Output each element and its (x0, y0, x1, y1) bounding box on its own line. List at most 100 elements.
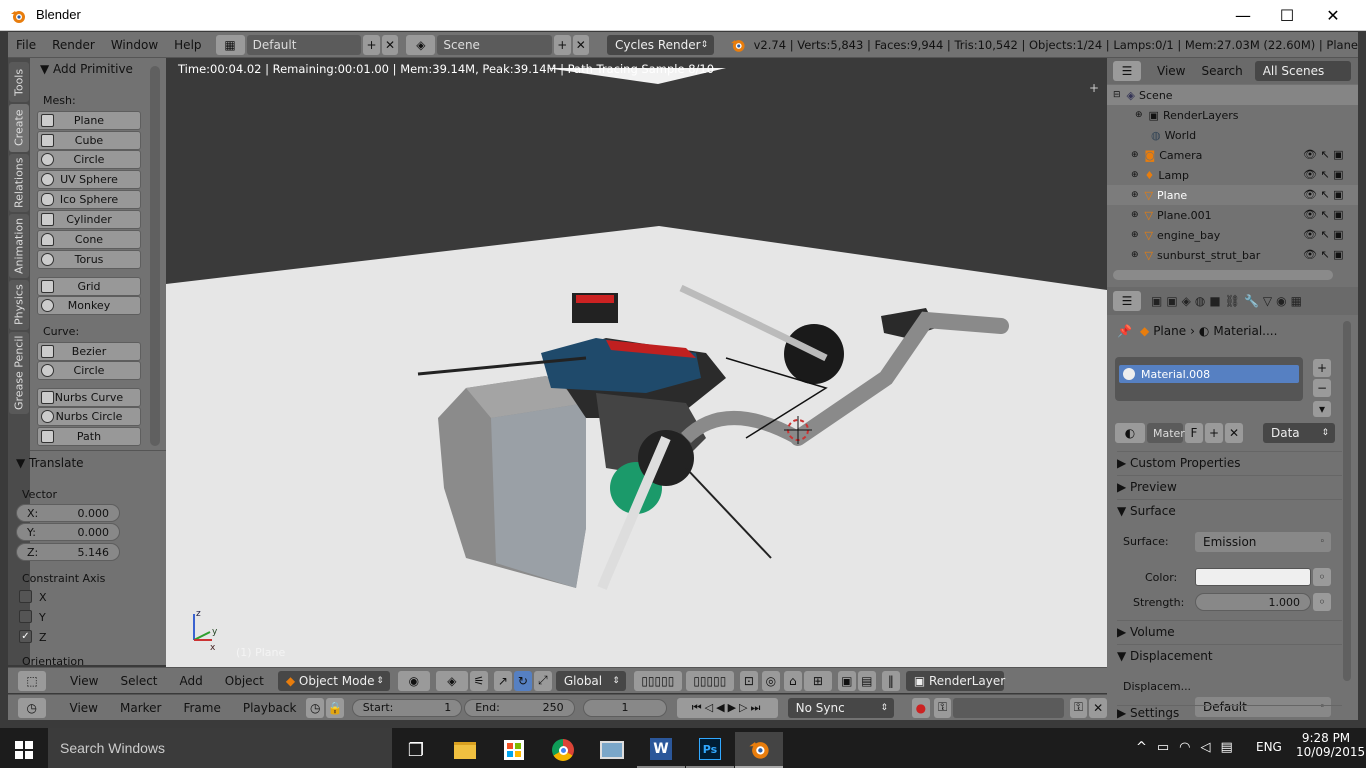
system-tray-icons[interactable]: ^▭◠◁▤ (1136, 740, 1243, 755)
unlink-material-button[interactable]: ✕ (1225, 423, 1243, 443)
timeline-menu-view[interactable]: View (62, 701, 106, 715)
constraint-x-checkbox[interactable] (19, 590, 32, 603)
section-preview[interactable]: ▶ Preview (1117, 475, 1342, 497)
menu-render[interactable]: Render (44, 38, 103, 52)
end-frame-field[interactable]: End: 250 (464, 698, 575, 717)
strength-field[interactable]: 1.000 (1195, 593, 1311, 611)
scale-manipulator-icon[interactable]: ⤢ (533, 670, 552, 691)
scene-field[interactable]: Scene (437, 34, 553, 55)
render-animation-icon[interactable]: ▤ (857, 670, 876, 691)
add-plane-button[interactable]: Plane (37, 111, 141, 130)
outliner-menu-view[interactable]: View (1149, 64, 1193, 78)
view3d-menu-object[interactable]: Object (217, 674, 272, 688)
tab-create[interactable]: Create (9, 104, 29, 152)
add-bezier-button[interactable]: Bezier (37, 342, 141, 361)
screen-layout-icon[interactable]: ▦ (215, 34, 245, 55)
snap-element-icon[interactable]: ⊞ (803, 670, 832, 691)
section-surface[interactable]: ▼ Surface (1117, 499, 1342, 521)
tab-tools[interactable]: Tools (9, 62, 29, 102)
store-icon[interactable] (490, 732, 538, 768)
section-volume[interactable]: ▶ Volume (1117, 620, 1342, 642)
search-box[interactable]: Search Windows (48, 728, 392, 768)
add-slot-button[interactable]: + (1313, 359, 1331, 377)
new-material-button[interactable]: + (1205, 423, 1223, 443)
lock-icon[interactable]: 🔒 (326, 697, 344, 718)
preview-range-icon[interactable]: ◷ (306, 697, 325, 718)
add-uv-sphere-button[interactable]: UV Sphere (37, 170, 141, 189)
section-displacement[interactable]: ▼ Displacement (1117, 644, 1342, 666)
outliner-item-world[interactable]: ◍ World (1107, 125, 1358, 145)
add-cylinder-button[interactable]: Cylinder (37, 210, 141, 229)
expand-properties-icon[interactable]: + (1089, 81, 1099, 95)
outliner-menu-search[interactable]: Search (1193, 64, 1250, 78)
render-layer-field[interactable]: ▣ RenderLayer (905, 670, 1005, 691)
tab-physics[interactable]: Physics (9, 280, 29, 330)
view3d-menu-select[interactable]: Select (112, 674, 165, 688)
scene-icon[interactable]: ◈ (406, 34, 436, 55)
record-button[interactable]: ● (912, 697, 930, 718)
timeline-menu-frame[interactable]: Frame (175, 701, 228, 715)
render-still-icon[interactable]: ▣ (837, 670, 856, 691)
3d-viewport[interactable]: z y x Time:00:04.02 | Remaining:00:01.00… (166, 58, 1107, 667)
photoshop-icon[interactable]: Ps (686, 732, 734, 768)
current-frame-field[interactable]: 1 (582, 698, 668, 717)
transform-orientation-dropdown[interactable]: Global ⇕ (555, 670, 626, 691)
input-language[interactable]: ENG (1256, 740, 1282, 754)
snap-toggle-icon[interactable]: ⌂ (783, 670, 802, 691)
outliner-item-renderlayers[interactable]: ⊕ ▣ RenderLayers (1107, 105, 1358, 125)
add-path-button[interactable]: Path (37, 427, 141, 446)
translate-manipulator-icon[interactable]: ↗ (493, 670, 512, 691)
add-primitive-header[interactable]: ▼ Add Primitive (40, 62, 133, 76)
material-browse-button[interactable]: ◐ (1115, 423, 1145, 443)
add-monkey-button[interactable]: Monkey (37, 296, 141, 315)
properties-context-tabs[interactable]: ▣▣◈◍■⛓🔧▽◉▦ (1151, 294, 1306, 308)
surface-shader-dropdown[interactable]: Emission ◦ (1195, 532, 1331, 552)
delete-keyframe-icon[interactable]: ✕ (1089, 697, 1108, 718)
vector-y-field[interactable]: Y: 0.000 (16, 523, 120, 541)
close-button[interactable]: ✕ (1310, 0, 1356, 31)
timeline-editor-type-icon[interactable]: ◷ (18, 697, 46, 718)
pivot-point-button[interactable]: ◈ (435, 670, 468, 691)
fake-user-button[interactable]: F (1185, 423, 1203, 443)
insert-keyframe-icon[interactable]: ⚿ (1069, 697, 1088, 718)
add-nurbs-circle-button[interactable]: Nurbs Circle (37, 407, 141, 426)
tab-relations[interactable]: Relations (9, 154, 29, 212)
word-icon[interactable]: W (637, 732, 685, 768)
add-nurbs-curve-button[interactable]: Nurbs Curve (37, 388, 141, 407)
add-ico-sphere-button[interactable]: Ico Sphere (37, 190, 141, 209)
menu-help[interactable]: Help (166, 38, 209, 52)
color-link-button[interactable]: ◦ (1313, 568, 1331, 586)
view3d-menu-view[interactable]: View (62, 674, 106, 688)
keying-set-field[interactable] (953, 697, 1064, 718)
maximize-button[interactable]: ☐ (1264, 0, 1310, 31)
material-link-dropdown[interactable]: Data ⇕ (1263, 423, 1335, 443)
editor-type-icon[interactable]: ☰ (1113, 61, 1141, 81)
material-slot-list[interactable]: Material.008 (1115, 357, 1303, 401)
material-slot-item[interactable]: Material.008 (1119, 365, 1299, 383)
strength-link-button[interactable]: ◦ (1313, 593, 1331, 611)
mode-dropdown[interactable]: ◆ Object Mode ⇕ (277, 670, 390, 691)
editor-type-icon[interactable]: ☰ (1113, 291, 1141, 311)
layer-buttons-2[interactable]: ▯▯▯▯▯ (685, 670, 734, 691)
screen-layout-field[interactable]: Default (246, 34, 362, 55)
translate-header[interactable]: ▼ Translate (16, 456, 84, 470)
chrome-icon[interactable] (539, 732, 587, 768)
start-button[interactable] (0, 732, 48, 768)
add-circle-button[interactable]: Circle (37, 150, 141, 169)
timeline-menu-playback[interactable]: Playback (235, 701, 305, 715)
pin-icon[interactable]: 📌 (1117, 324, 1132, 338)
toolshelf-scrollbar[interactable] (150, 66, 160, 446)
task-view-icon[interactable]: ❐ (392, 732, 440, 768)
constraint-z-checkbox[interactable]: ✓ (19, 630, 32, 643)
add-cone-button[interactable]: Cone (37, 230, 141, 249)
section-settings[interactable]: ▶ Settings (1117, 705, 1342, 720)
view3d-menu-add[interactable]: Add (172, 674, 211, 688)
emission-color-swatch[interactable] (1195, 568, 1311, 586)
add-grid-button[interactable]: Grid (37, 277, 141, 296)
material-name-field[interactable]: Materi (1147, 423, 1188, 443)
add-torus-button[interactable]: Torus (37, 250, 141, 269)
remove-scene-button[interactable]: ✕ (572, 34, 590, 55)
viewport-shading-button[interactable]: ◉ (397, 670, 430, 691)
outliner-scrollbar[interactable] (1113, 270, 1333, 280)
add-scene-button[interactable]: + (554, 34, 571, 55)
